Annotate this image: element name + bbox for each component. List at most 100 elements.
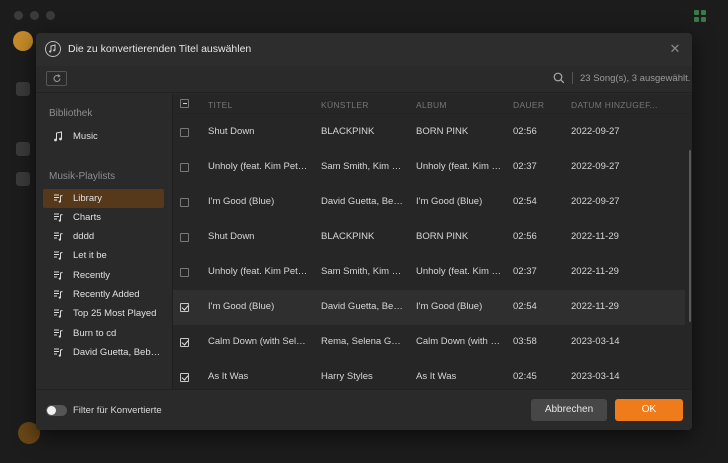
playlists-heading: Musik-Playlists [49, 171, 116, 182]
song-count-status: 23 Song(s), 3 ausgewählt. [580, 73, 691, 84]
close-icon[interactable]: ✕ [668, 42, 682, 56]
cell-duration: 02:56 [513, 126, 537, 137]
table-row[interactable]: Shut Down BLACKPINK BORN PINK 02:56 2022… [173, 115, 685, 150]
sidebar-item-label: Charts [73, 212, 101, 223]
dialog-footer: Filter für Konvertierte Abbrechen OK [36, 389, 692, 430]
close-window-button[interactable] [14, 11, 23, 20]
sidebar-item-label: David Guetta, Bebe R... [73, 347, 163, 358]
cancel-button[interactable]: Abbrechen [531, 399, 607, 421]
cell-duration: 02:54 [513, 301, 537, 312]
songs-table: TITEL KÜNSTLER ALBUM DAUER DATUM HINZUGE… [172, 94, 692, 389]
cell-artist: Harry Styles [321, 371, 373, 382]
sidebar-item-label: dddd [73, 231, 95, 242]
cell-date: 2022-11-29 [571, 301, 619, 312]
search-icon[interactable] [552, 71, 566, 85]
column-header-duration[interactable]: DAUER [513, 100, 544, 110]
sidebar-item-music[interactable]: Music [43, 127, 164, 146]
cell-duration: 02:37 [513, 266, 537, 277]
cell-title: Unholy (feat. Kim Petra... [208, 161, 308, 172]
sidebar-item-label: Music [73, 131, 98, 142]
sidebar-item-label: Library [73, 193, 103, 204]
playlist-icon [54, 309, 63, 318]
user-icon [16, 172, 30, 186]
table-row[interactable]: Unholy (feat. Kim Petra... Sam Smith, Ki… [173, 255, 685, 290]
sidebar-item-recently[interactable]: Recently [43, 266, 164, 285]
refresh-button[interactable] [46, 71, 67, 86]
sidebar-item-dddd[interactable]: dddd [43, 227, 164, 246]
window-controls [14, 11, 55, 20]
cell-date: 2022-11-29 [571, 231, 619, 242]
music-note-icon [54, 131, 62, 142]
sidebar-item-top-25[interactable]: Top 25 Most Played [43, 304, 164, 323]
playlist-icon [54, 232, 63, 241]
table-scrollbar[interactable] [689, 150, 691, 322]
select-titles-dialog: Die zu konvertierenden Titel auswählen ✕… [36, 33, 692, 430]
table-row[interactable]: I'm Good (Blue) David Guetta, Beb... I'm… [173, 185, 685, 220]
cell-title: I'm Good (Blue) [208, 301, 275, 312]
table-row[interactable]: I'm Good (Blue) David Guetta, Beb... I'm… [173, 290, 685, 325]
refresh-icon [53, 74, 61, 82]
sidebar-item-david-guetta[interactable]: David Guetta, Bebe R... [43, 343, 164, 362]
cell-album: Calm Down (with S... [416, 336, 502, 347]
cell-title: Unholy (feat. Kim Petra... [208, 266, 308, 277]
cell-album: I'm Good (Blue) [416, 196, 483, 207]
row-checkbox[interactable] [180, 198, 189, 207]
cell-artist: David Guetta, Beb... [321, 196, 405, 207]
cell-album: I'm Good (Blue) [416, 301, 483, 312]
row-checkbox[interactable] [180, 338, 189, 347]
toolbar: 23 Song(s), 3 ausgewählt. [36, 66, 692, 93]
dialog-title: Die zu konvertierenden Titel auswählen [68, 43, 252, 55]
cell-title: I'm Good (Blue) [208, 196, 275, 207]
column-header-title[interactable]: TITEL [208, 100, 233, 110]
cell-duration: 02:56 [513, 231, 537, 242]
cell-artist: BLACKPINK [321, 231, 375, 242]
clock-icon [16, 142, 30, 156]
cell-title: Shut Down [208, 231, 255, 242]
cell-date: 2022-09-27 [571, 196, 620, 207]
sidebar: Bibliothek Music Musik-Playlists Library… [36, 94, 172, 389]
sidebar-item-label: Let it be [73, 250, 107, 261]
sidebar-item-charts[interactable]: Charts [43, 208, 164, 227]
filter-converted-toggle[interactable] [46, 405, 67, 416]
cell-artist: BLACKPINK [321, 126, 375, 137]
cell-album: Unholy (feat. Kim P... [416, 266, 502, 277]
row-checkbox[interactable] [180, 268, 189, 277]
grid-icon [694, 10, 706, 22]
cell-album: BORN PINK [416, 231, 469, 242]
dialog-header: Die zu konvertierenden Titel auswählen ✕ [36, 33, 692, 66]
cell-artist: Sam Smith, Kim Pe... [321, 161, 405, 172]
cell-duration: 02:45 [513, 371, 537, 382]
sidebar-item-label: Recently Added [73, 289, 140, 300]
select-all-checkbox[interactable] [180, 99, 189, 108]
playlist-icon [54, 348, 63, 357]
table-row[interactable]: Shut Down BLACKPINK BORN PINK 02:56 2022… [173, 220, 685, 255]
row-checkbox[interactable] [180, 303, 189, 312]
row-checkbox[interactable] [180, 233, 189, 242]
cell-title: Calm Down (with Sele... [208, 336, 308, 347]
library-heading: Bibliothek [49, 108, 93, 119]
cell-title: Shut Down [208, 126, 255, 137]
sidebar-item-recently-added[interactable]: Recently Added [43, 285, 164, 304]
minimize-window-button[interactable] [30, 11, 39, 20]
sidebar-item-label: Top 25 Most Played [73, 308, 157, 319]
row-checkbox[interactable] [180, 163, 189, 172]
row-checkbox[interactable] [180, 128, 189, 137]
column-header-artist[interactable]: KÜNSTLER [321, 100, 369, 110]
playlist-icon [54, 329, 63, 338]
cell-date: 2023-03-14 [571, 336, 620, 347]
ok-button[interactable]: OK [615, 399, 683, 421]
table-row[interactable]: Calm Down (with Sele... Rema, Selena Gom… [173, 325, 685, 360]
zoom-window-button[interactable] [46, 11, 55, 20]
sidebar-item-burn-to-cd[interactable]: Burn to cd [43, 324, 164, 343]
column-header-album[interactable]: ALBUM [416, 100, 447, 110]
column-header-date[interactable]: DATUM HINZUGEF... [571, 100, 658, 110]
cell-album: BORN PINK [416, 126, 469, 137]
sidebar-item-let-it-be[interactable]: Let it be [43, 246, 164, 265]
table-row[interactable]: As It Was Harry Styles As It Was 02:45 2… [173, 360, 685, 389]
sidebar-item-label: Recently [73, 270, 110, 281]
sidebar-item-library[interactable]: Library [43, 189, 164, 208]
row-checkbox[interactable] [180, 373, 189, 382]
playlist-icon [54, 251, 63, 260]
table-row[interactable]: Unholy (feat. Kim Petra... Sam Smith, Ki… [173, 150, 685, 185]
cell-duration: 03:58 [513, 336, 537, 347]
